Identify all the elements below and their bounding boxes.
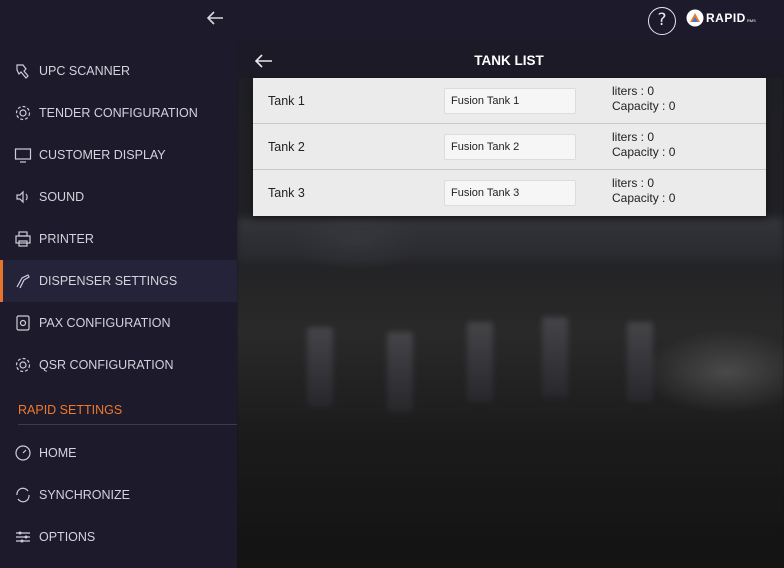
section-divider	[18, 424, 237, 425]
fuel-nozzle-icon	[14, 272, 32, 290]
tank-row: Tank 2 Fusion Tank 2 liters : 0 Capacity…	[253, 124, 766, 170]
tank-row: Tank 1 Fusion Tank 1 liters : 0 Capacity…	[253, 78, 766, 124]
scanner-icon	[14, 62, 32, 80]
back-arrow-icon[interactable]	[204, 7, 226, 29]
tank-info: liters : 0 Capacity : 0	[612, 176, 675, 206]
speaker-icon	[14, 188, 32, 206]
sidebar-item-home[interactable]: HOME	[0, 432, 237, 474]
tank-list-header: TANK LIST	[237, 44, 784, 78]
sidebar-item-dispenser-settings[interactable]: DISPENSER SETTINGS	[0, 260, 237, 302]
logo-text: RAPID	[706, 11, 746, 25]
tank-liters: liters : 0	[612, 130, 655, 144]
sidebar-item-tender-configuration[interactable]: TENDER CONFIGURATION	[0, 92, 237, 134]
tank-description-field[interactable]: Fusion Tank 1	[444, 88, 576, 114]
sidebar-item-label: CUSTOMER DISPLAY	[39, 148, 166, 162]
section-title-rapid-settings: RAPID SETTINGS	[18, 403, 123, 417]
tank-description-field[interactable]: Fusion Tank 2	[444, 134, 576, 160]
gear-icon	[14, 356, 32, 374]
sidebar-item-customer-display[interactable]: CUSTOMER DISPLAY	[0, 134, 237, 176]
sidebar-item-label: PRINTER	[39, 232, 94, 246]
gear-icon	[14, 104, 32, 122]
rapid-logo: RAPID RMS	[686, 8, 778, 28]
sidebar-item-qsr-configuration[interactable]: QSR CONFIGURATION	[0, 344, 237, 386]
top-bar: ? RAPID RMS	[0, 0, 784, 42]
pax-terminal-icon	[14, 314, 32, 332]
tank-capacity: Capacity : 0	[612, 99, 676, 113]
sidebar-item-label: DISPENSER SETTINGS	[39, 274, 178, 288]
tank-capacity: Capacity : 0	[612, 191, 676, 205]
home-icon	[14, 444, 32, 462]
sidebar-item-upc-scanner[interactable]: UPC SCANNER	[0, 50, 237, 92]
tank-description-field[interactable]: Fusion Tank 3	[444, 180, 576, 206]
sidebar: UPC SCANNER TENDER CONFIGURATION CUSTOME…	[0, 42, 237, 568]
sync-icon	[14, 486, 32, 504]
sidebar-item-label: UPC SCANNER	[39, 64, 130, 78]
tank-liters: liters : 0	[612, 176, 655, 190]
sliders-icon	[14, 528, 32, 546]
page-title: TANK LIST	[474, 53, 544, 68]
sidebar-item-synchronize[interactable]: SYNCHRONIZE	[0, 474, 237, 516]
printer-icon	[14, 230, 32, 248]
sidebar-item-options[interactable]: OPTIONS	[0, 516, 237, 558]
sidebar-item-label: PAX CONFIGURATION	[39, 316, 171, 330]
sidebar-item-label: QSR CONFIGURATION	[39, 358, 174, 372]
tank-info: liters : 0 Capacity : 0	[612, 130, 675, 160]
sidebar-item-pax-configuration[interactable]: PAX CONFIGURATION	[0, 302, 237, 344]
tank-list: Tank 1 Fusion Tank 1 liters : 0 Capacity…	[253, 78, 766, 216]
sidebar-item-label: HOME	[39, 446, 77, 460]
tank-liters: liters : 0	[612, 84, 655, 98]
help-button[interactable]: ?	[648, 7, 676, 35]
logo-subtext: RMS	[746, 17, 756, 23]
tank-capacity: Capacity : 0	[612, 145, 676, 159]
sidebar-item-label: TENDER CONFIGURATION	[39, 106, 198, 120]
sidebar-item-sound[interactable]: SOUND	[0, 176, 237, 218]
tank-name: Tank 3	[268, 186, 305, 200]
sidebar-item-label: OPTIONS	[39, 530, 96, 544]
tank-info: liters : 0 Capacity : 0	[612, 84, 675, 114]
sidebar-item-label: SOUND	[39, 190, 85, 204]
monitor-icon	[14, 146, 32, 164]
main-content: TANK LIST Tank 1 Fusion Tank 1 liters : …	[237, 42, 784, 568]
tank-name: Tank 1	[268, 94, 305, 108]
tank-row: Tank 3 Fusion Tank 3 liters : 0 Capacity…	[253, 170, 766, 216]
tank-name: Tank 2	[268, 140, 305, 154]
sidebar-item-label: SYNCHRONIZE	[39, 488, 130, 502]
rapid-logo-mark-icon	[686, 9, 704, 27]
sidebar-item-printer[interactable]: PRINTER	[0, 218, 237, 260]
